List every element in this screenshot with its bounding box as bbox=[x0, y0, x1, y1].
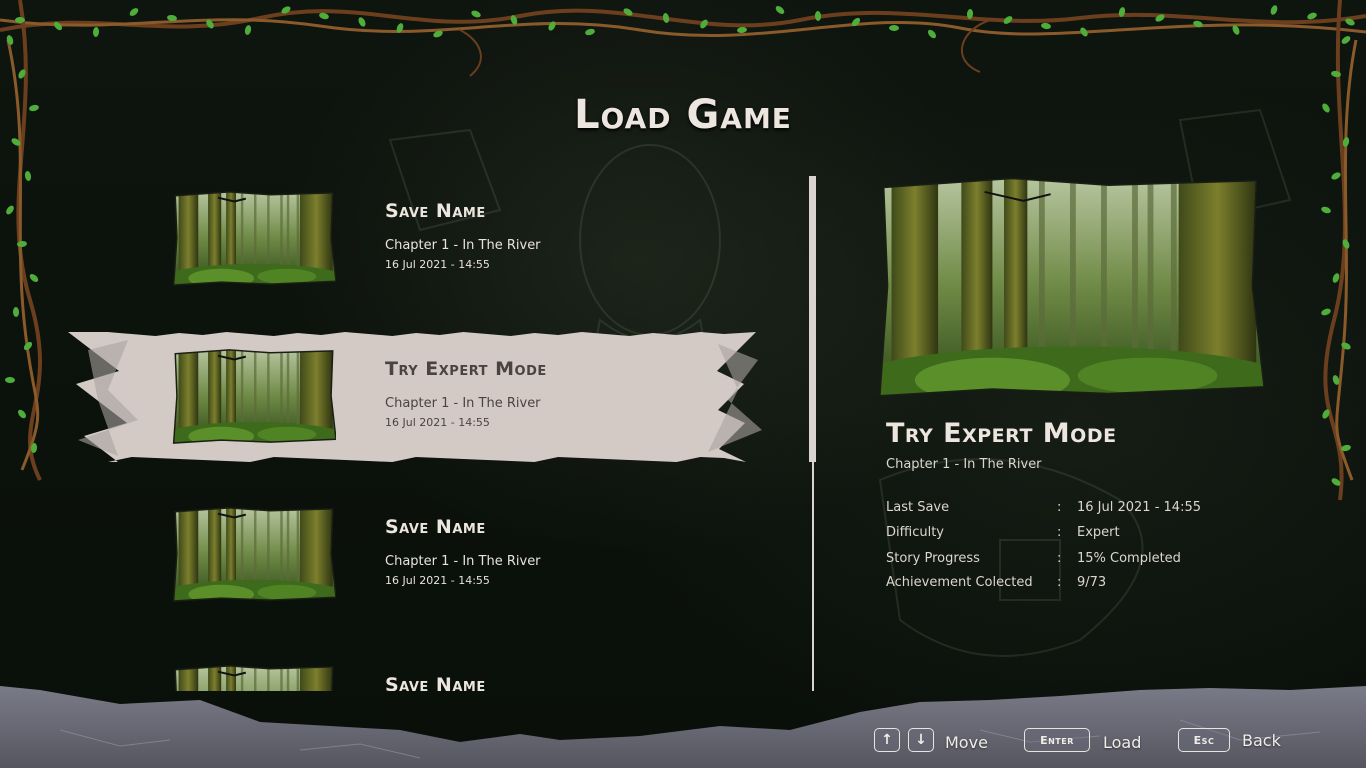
stat-row-achievements: Achievement Colected : 9/73 bbox=[886, 575, 1286, 595]
scrollbar-thumb[interactable] bbox=[809, 176, 816, 462]
move-label: Move bbox=[945, 733, 988, 752]
stat-value: 15% Completed bbox=[1077, 551, 1181, 566]
save-name: Try Expert Mode bbox=[385, 358, 547, 380]
stat-row-last-save: Last Save : 16 Jul 2021 - 14:55 bbox=[886, 500, 1286, 520]
stat-separator: : bbox=[1057, 575, 1062, 590]
move-up-key[interactable]: ↑ bbox=[874, 728, 900, 752]
save-date: 16 Jul 2021 - 14:55 bbox=[385, 574, 490, 587]
stat-label: Story Progress bbox=[886, 551, 980, 566]
stat-separator: : bbox=[1057, 500, 1062, 515]
stat-value: 16 Jul 2021 - 14:55 bbox=[1077, 500, 1201, 515]
save-thumbnail bbox=[172, 506, 336, 602]
save-name: Save Name bbox=[385, 516, 486, 538]
save-date: 16 Jul 2021 - 14:55 bbox=[385, 258, 490, 271]
game-screen: Load Game Save Name Chapter 1 - In The R… bbox=[0, 0, 1366, 768]
stat-label: Achievement Colected bbox=[886, 575, 1033, 590]
stat-row-difficulty: Difficulty : Expert bbox=[886, 525, 1286, 545]
detail-title: Try Expert Mode bbox=[886, 418, 1117, 449]
save-slot[interactable]: Save Name Chapter 1 - In The River 16 Ju… bbox=[68, 488, 764, 624]
save-slot[interactable]: Save Name Chapter 1 - In The River 16 Ju… bbox=[68, 172, 764, 308]
stat-label: Last Save bbox=[886, 500, 950, 515]
save-name: Save Name bbox=[385, 200, 486, 222]
save-chapter: Chapter 1 - In The River bbox=[385, 238, 541, 253]
back-label: Back bbox=[1242, 731, 1281, 750]
save-date: 16 Jul 2021 - 14:55 bbox=[385, 416, 490, 429]
save-slot-selected[interactable]: Try Expert Mode Chapter 1 - In The River… bbox=[68, 330, 764, 466]
save-chapter: Chapter 1 - In The River bbox=[385, 396, 541, 411]
detail-preview-image bbox=[876, 174, 1264, 398]
stat-label: Difficulty bbox=[886, 525, 944, 540]
save-chapter: Chapter 1 - In The River bbox=[385, 554, 541, 569]
detail-chapter: Chapter 1 - In The River bbox=[886, 457, 1042, 472]
stat-separator: : bbox=[1057, 551, 1062, 566]
load-label: Load bbox=[1103, 733, 1142, 752]
stat-value: 9/73 bbox=[1077, 575, 1107, 590]
save-thumbnail bbox=[172, 348, 336, 444]
stat-row-story-progress: Story Progress : 15% Completed bbox=[886, 551, 1286, 571]
stat-separator: : bbox=[1057, 525, 1062, 540]
enter-key[interactable]: Enter bbox=[1024, 728, 1090, 752]
stat-value: Expert bbox=[1077, 525, 1120, 540]
save-list: Save Name Chapter 1 - In The River 16 Ju… bbox=[0, 0, 810, 691]
footer-rock bbox=[0, 686, 1366, 768]
esc-key[interactable]: Esc bbox=[1178, 728, 1230, 752]
move-down-key[interactable]: ↓ bbox=[908, 728, 934, 752]
save-thumbnail bbox=[172, 190, 336, 286]
